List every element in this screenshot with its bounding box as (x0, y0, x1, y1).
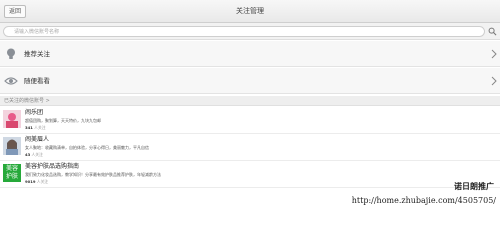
followed-accounts-header[interactable]: 已关注的微信账号 > (0, 96, 500, 106)
account-avatar (3, 137, 21, 155)
lightbulb-icon (7, 48, 15, 59)
menu-item-recommended[interactable]: 推荐关注 (0, 41, 500, 67)
menu-item-label: 推荐关注 (24, 50, 50, 58)
account-description: 女人聚地：收藏购清单，自拍体验，分享心得日，美丽魅力，平凡自信 (25, 145, 149, 150)
search-box[interactable] (3, 26, 485, 37)
account-list-item[interactable]: 美容 护肤 美容护肤品选购指南 我们致力化妆品选购，教学知识！分享最有效护肤品推… (0, 161, 500, 188)
watermark-title: 诺日朗推广 (454, 182, 494, 191)
top-nav-bar: 返回 关注管理 (0, 0, 500, 23)
account-description: 我们致力化妆品选购，教学知识！分享最有效护肤品推荐护肤，年轻减龄方法 (25, 172, 161, 177)
page-title: 关注管理 (236, 7, 264, 15)
account-name: 闹乐团 (25, 109, 44, 116)
chevron-right-icon (491, 49, 497, 59)
search-input[interactable] (14, 27, 474, 36)
menu-item-label: 随便看看 (24, 77, 50, 85)
avatar-text: 护肤 (5, 173, 18, 180)
watermark-url: http://home.zhubajie.com/4505705/ (351, 196, 496, 205)
avatar-text: 美容 (5, 165, 18, 172)
follower-count: 43 人关注 (25, 152, 43, 157)
follower-count: 9019 人关注 (25, 179, 49, 184)
account-name: 美容护肤品选购指南 (25, 163, 80, 170)
follower-count: 341 人关注 (25, 125, 46, 130)
account-name: 闹美眉人 (25, 136, 50, 143)
search-icon[interactable] (488, 27, 497, 36)
account-description: 超值团购，聚划算，天天特价，九块九包邮 (25, 118, 101, 123)
chevron-right-icon (491, 76, 497, 86)
account-list-item[interactable]: 闹美眉人 女人聚地：收藏购清单，自拍体验，分享心得日，美丽魅力，平凡自信 43 … (0, 134, 500, 161)
menu-item-browse[interactable]: 随便看看 (0, 68, 500, 94)
account-list-item[interactable]: 闹乐团 超值团购，聚划算，天天特价，九块九包邮 341 人关注 (0, 107, 500, 134)
account-avatar (3, 110, 21, 128)
search-bar (0, 23, 500, 40)
eye-icon (4, 77, 18, 85)
section-label: 已关注的微信账号 > (4, 98, 50, 104)
account-avatar: 美容 护肤 (3, 164, 21, 182)
